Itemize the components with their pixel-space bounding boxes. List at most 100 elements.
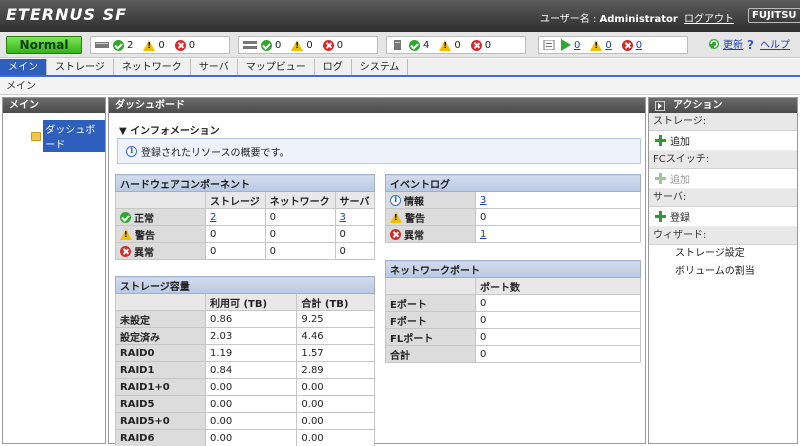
svg-text:?: ? <box>747 38 754 50</box>
column-header <box>385 277 476 295</box>
hardware-caption: ハードウェアコンポーネント <box>115 174 375 192</box>
table-cell: 0 <box>205 225 266 243</box>
wizard-storage-setup[interactable]: ストレージ設定 <box>649 245 797 263</box>
action-panel: アクション ストレージ: 追加 FCスイッチ: 追加 サーバ: 登録 ウィザード… <box>648 97 798 444</box>
storage-status-group: 2 0 0 <box>90 36 230 54</box>
table-cell: 0 <box>334 242 376 260</box>
ok-icon <box>120 211 131 223</box>
event-info-link[interactable]: 0 <box>574 40 580 51</box>
event-error-count-link[interactable]: 1 <box>480 229 486 240</box>
wizard-volume-assign[interactable]: ボリュームの割当 <box>649 263 797 281</box>
play-icon <box>561 39 571 51</box>
table-row: 警告 0 0 0 <box>115 225 376 243</box>
user-name: Administrator <box>599 14 678 25</box>
storage-err-count: 0 <box>188 39 196 51</box>
overall-status-button[interactable]: Normal <box>6 36 82 54</box>
row-label: 警告 <box>135 230 155 242</box>
switch-ok-count: 0 <box>275 39 282 51</box>
breadcrumb: メイン <box>0 78 800 95</box>
hardware-components-table: ハードウェアコンポーネント ストレージ ネットワーク サーバ 正常 2 0 3 … <box>115 174 376 260</box>
tree-item-label[interactable]: ダッシュボード <box>43 120 105 152</box>
table-row: 未設定 0.86 9.25 <box>115 310 375 328</box>
column-header <box>115 293 206 311</box>
event-status-group: 0 0 0 <box>538 36 688 54</box>
event-log-icon <box>543 40 555 50</box>
storage-capacity-table: ストレージ容量 利用可 (TB) 合計 (TB) 未設定 0.86 9.25 設定済… <box>115 276 375 446</box>
ok-icon <box>409 39 420 51</box>
info-icon <box>390 194 401 206</box>
tab-storage[interactable]: ストレージ <box>47 59 114 75</box>
tab-log[interactable]: ログ <box>315 59 352 75</box>
error-icon <box>322 39 334 51</box>
fcswitch-add-action: 追加 <box>649 169 797 189</box>
table-row: 設定済み 2.03 4.46 <box>115 327 375 345</box>
column-header: 合計 (TB) <box>296 293 375 311</box>
tab-server[interactable]: サーバ <box>191 59 238 75</box>
action-group-fcswitch: FCスイッチ: <box>649 151 797 169</box>
row-label: 異常 <box>404 230 424 242</box>
column-header: サーバ <box>334 191 376 209</box>
action-label: 追加 <box>670 137 690 148</box>
help-icon[interactable]: ? <box>747 38 757 50</box>
error-icon <box>174 39 186 51</box>
table-row: 異常 0 0 0 <box>115 242 376 260</box>
table-row: 警告 0 <box>385 208 641 226</box>
tab-main[interactable]: メイン <box>0 59 47 75</box>
top-header: ETERNUS SF ユーザー名 : Administrator ログアウト F… <box>0 0 800 32</box>
refresh-icon[interactable] <box>708 38 720 50</box>
column-header: ポート数 <box>475 277 641 295</box>
plus-icon <box>655 135 666 146</box>
table-cell: 0 <box>264 208 336 226</box>
netports-caption: ネットワークポート <box>385 260 641 278</box>
information-text: 登録されたリソースの概要です。 <box>141 147 290 159</box>
left-nav-panel: メイン ダッシュボード <box>2 97 106 444</box>
table-row: RAID6 0.00 0.00 <box>115 429 375 446</box>
event-err-link[interactable]: 0 <box>636 40 642 51</box>
warning-icon <box>590 39 603 51</box>
eventlog-caption: イベントログ <box>385 174 641 192</box>
tab-system[interactable]: システム <box>352 59 409 75</box>
dashboard-panel: ダッシュボード ▼ インフォメーション 登録されたリソースの概要です。 ハードウ… <box>108 97 646 446</box>
table-row: 異常 1 <box>385 225 641 243</box>
refresh-help-bar: 更新 ? ヘルプ <box>708 36 794 51</box>
action-label: 追加 <box>670 175 690 186</box>
switch-warn-count: 0 <box>306 39 313 51</box>
refresh-link[interactable]: 更新 <box>723 36 743 51</box>
user-label: ユーザー名 : <box>540 14 600 25</box>
storage-device-icon <box>95 42 109 48</box>
table-row: Fポート 0 <box>385 311 641 329</box>
table-cell: 0 <box>264 225 336 243</box>
logout-link[interactable]: ログアウト <box>684 10 734 25</box>
event-info-count-link[interactable]: 3 <box>480 195 486 206</box>
left-panel-title: メイン <box>3 98 105 113</box>
dashboard-title: ダッシュボード <box>109 98 645 113</box>
table-row: 情報 3 <box>385 191 641 209</box>
info-icon <box>126 145 137 157</box>
user-info: ユーザー名 : Administrator <box>540 10 678 25</box>
tab-network[interactable]: ネットワーク <box>114 59 191 75</box>
server-ok-count: 4 <box>423 39 430 51</box>
action-label: 登録 <box>670 213 690 224</box>
action-panel-header: アクション <box>649 98 797 113</box>
server-normal-link[interactable]: 3 <box>340 212 346 223</box>
status-bar: Normal 2 0 0 0 0 0 4 0 0 0 0 0 <box>0 32 800 58</box>
information-box: 登録されたリソースの概要です。 <box>117 138 641 164</box>
storage-add-action[interactable]: 追加 <box>649 131 797 151</box>
row-label: 正常 <box>134 213 154 225</box>
error-icon <box>390 228 401 240</box>
tree-item-dashboard[interactable]: ダッシュボード <box>31 120 105 152</box>
folder-icon <box>31 131 42 141</box>
information-toggle[interactable]: ▼ インフォメーション <box>119 122 220 137</box>
table-row: RAID1 0.84 2.89 <box>115 361 375 379</box>
switch-device-icon <box>243 41 257 49</box>
event-warn-link[interactable]: 0 <box>605 40 611 51</box>
server-register-action[interactable]: 登録 <box>649 207 797 227</box>
storage-normal-link[interactable]: 2 <box>210 212 216 223</box>
collapse-arrow-icon[interactable] <box>655 100 665 111</box>
storage-ok-count: 2 <box>127 39 134 51</box>
tab-mapview[interactable]: マップビュー <box>238 59 315 75</box>
error-icon <box>470 39 482 51</box>
help-link[interactable]: ヘルプ <box>760 36 790 51</box>
warning-icon <box>439 39 452 51</box>
ok-icon <box>261 39 272 51</box>
